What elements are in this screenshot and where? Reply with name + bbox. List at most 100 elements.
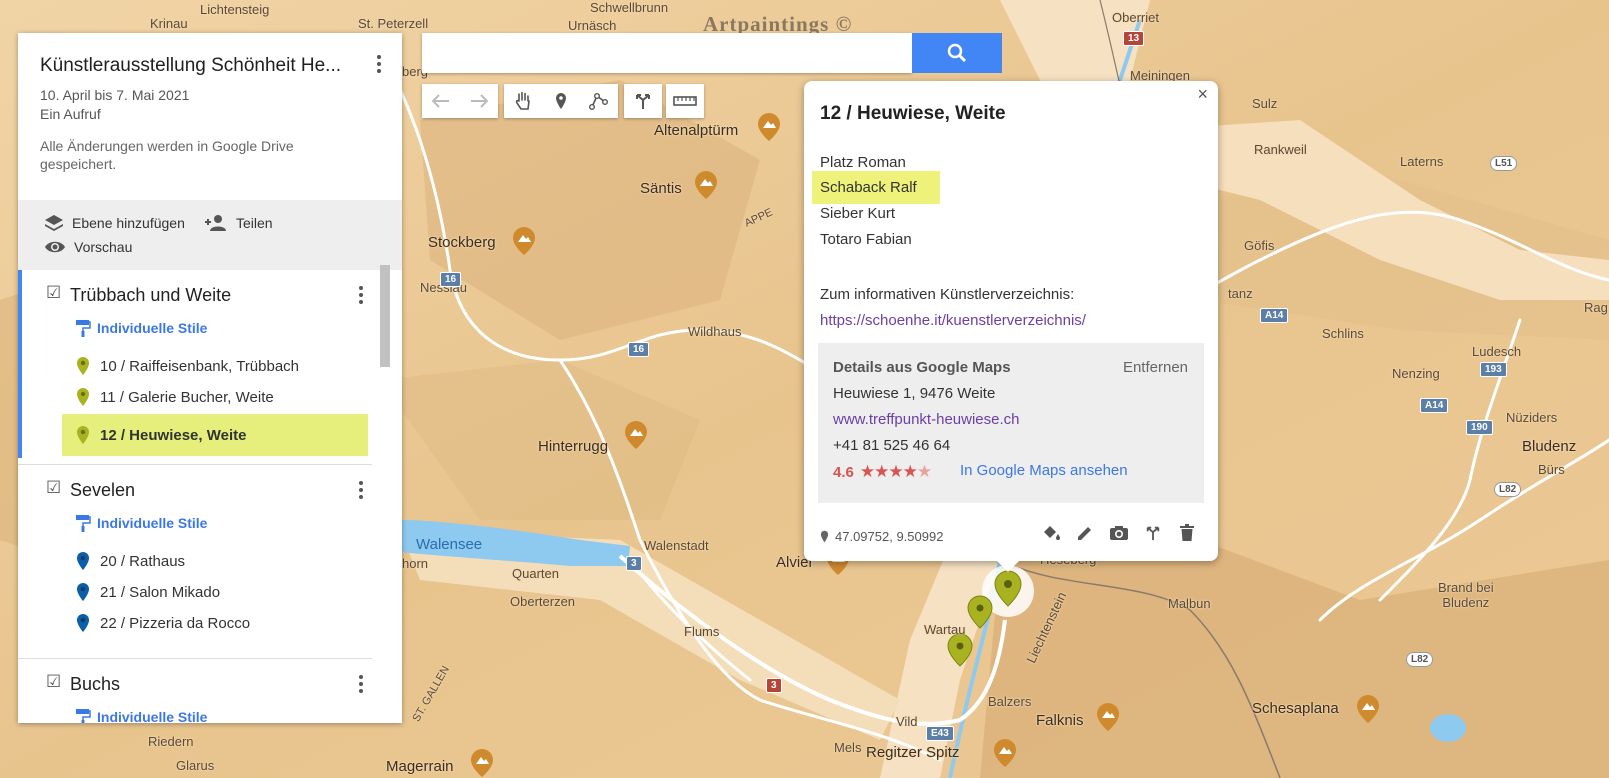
layer-style-button[interactable]: Individuelle Stile <box>75 319 207 337</box>
map-label: Oberriet <box>1112 10 1159 25</box>
rating-value: 4.6 <box>833 463 854 481</box>
style-button[interactable] <box>1040 522 1062 544</box>
search-input[interactable] <box>422 33 912 73</box>
directions-icon <box>636 94 650 109</box>
map-pin-icon <box>77 426 89 444</box>
list-item[interactable]: 21 / Salon Mikado <box>62 578 368 606</box>
layer-name[interactable]: Buchs <box>70 674 120 695</box>
layer-options-kebab-icon[interactable] <box>358 675 364 697</box>
directions-toolbar <box>624 84 662 118</box>
website-link[interactable]: www.treffpunkt-heuwiese.ch <box>833 411 1019 428</box>
layer-style-label: Individuelle Stile <box>97 709 208 723</box>
search-button[interactable] <box>912 33 1002 73</box>
camera-icon <box>1110 526 1128 540</box>
peak-icon[interactable] <box>470 748 494 778</box>
feature-info-window: × 12 / Heuwiese, Weite Platz Roman Schab… <box>804 81 1218 561</box>
layer-options-kebab-icon[interactable] <box>358 286 364 308</box>
directory-text: Zum informativen Künstlerverzeichnis: <box>820 286 1075 303</box>
map-label: horn <box>402 556 429 571</box>
measure-button[interactable] <box>666 84 704 118</box>
marker-icon <box>556 93 566 109</box>
panel-scrollbar[interactable] <box>380 265 390 367</box>
add-marker-button[interactable] <box>542 84 580 118</box>
map-label: Göfis <box>1244 238 1275 253</box>
layer-name[interactable]: Trübbach und Weite <box>70 285 231 306</box>
list-item[interactable]: 20 / Rathaus <box>62 547 368 575</box>
list-item-selected[interactable]: 12 / Heuwiese, Weite <box>62 414 368 456</box>
preview-button[interactable]: Vorschau <box>44 239 132 255</box>
peak-icon[interactable] <box>1356 694 1380 724</box>
directions-button[interactable] <box>1142 522 1164 544</box>
map-label: Brand bei Bludenz <box>1438 580 1494 610</box>
artist-name: Sieber Kurt <box>820 205 896 222</box>
layer-visibility-checkbox[interactable]: ☑ <box>46 284 62 301</box>
layer-options-kebab-icon[interactable] <box>358 481 364 503</box>
peak-icon[interactable] <box>993 738 1017 768</box>
edit-button[interactable] <box>1074 522 1096 544</box>
layer-visibility-checkbox[interactable]: ☑ <box>46 479 62 496</box>
draw-line-button[interactable] <box>580 84 618 118</box>
map-label: Säntis <box>640 180 682 197</box>
map-options-kebab-icon[interactable] <box>376 55 382 77</box>
map-label: Glarus <box>176 758 215 773</box>
select-hand-button[interactable] <box>504 84 542 118</box>
trash-icon <box>1180 524 1194 541</box>
delete-button[interactable] <box>1176 522 1198 544</box>
map-label: Riedern <box>148 734 194 749</box>
layer-style-button[interactable]: Individuelle Stile <box>75 514 207 532</box>
phone-text: +41 81 525 46 64 <box>833 437 951 454</box>
remove-details-button[interactable]: Entfernen <box>1123 359 1188 376</box>
map-label: Vild <box>896 714 918 729</box>
paint-roller-icon <box>76 320 91 337</box>
share-button[interactable]: Teilen <box>204 214 273 232</box>
add-photo-button[interactable] <box>1108 522 1130 544</box>
peak-icon[interactable] <box>757 112 781 142</box>
coordinates: 47.09752, 9.50992 <box>820 529 943 544</box>
redo-button[interactable] <box>460 84 498 118</box>
preview-label: Vorschau <box>74 239 133 255</box>
list-item[interactable]: 10 / Raiffeisenbank, Trübbach <box>62 352 368 380</box>
map-label: Altenalptürm <box>654 122 739 139</box>
layer-style-label: Individuelle Stile <box>97 320 208 336</box>
map-label: Quarten <box>512 566 559 581</box>
map-legend-panel: Künstlerausstellung Schönheit He... 10. … <box>18 33 402 723</box>
redo-icon <box>471 94 488 108</box>
map-label: Walenstadt <box>644 538 709 553</box>
map-label: Magerrain <box>386 758 454 775</box>
undo-button[interactable] <box>422 84 460 118</box>
list-item[interactable]: 11 / Galerie Bucher, Weite <box>62 383 368 411</box>
ruler-icon <box>673 96 697 106</box>
draw-line-icon <box>589 93 608 110</box>
road-shield: L82 <box>1494 482 1522 497</box>
list-item-label: 12 / Heuwiese, Weite <box>100 426 247 444</box>
peak-icon[interactable] <box>1096 702 1120 732</box>
road-shield: 3 <box>766 678 782 693</box>
map-label: Wildhaus <box>688 324 742 339</box>
map-label: Krinau <box>150 16 188 31</box>
map-label: Flums <box>684 624 720 639</box>
peak-icon[interactable] <box>512 226 536 256</box>
layer-style-button[interactable]: Individuelle Stile <box>75 708 207 723</box>
map-label: Nüziders <box>1506 410 1558 425</box>
map-pin-icon <box>77 388 89 406</box>
add-person-icon <box>205 215 226 231</box>
list-item-label: 10 / Raiffeisenbank, Trübbach <box>100 357 300 375</box>
layer-name[interactable]: Sevelen <box>70 480 135 501</box>
add-directions-button[interactable] <box>624 84 662 118</box>
map-label: Laterns <box>1400 154 1444 169</box>
map-pin-icon <box>77 357 89 375</box>
layer-visibility-checkbox[interactable]: ☑ <box>46 673 62 690</box>
map-label: Falknis <box>1036 712 1084 729</box>
open-in-google-maps-link[interactable]: In Google Maps ansehen <box>960 462 1128 479</box>
map-label: Wartau <box>924 622 966 637</box>
road-shield: 16 <box>628 342 650 357</box>
map-pin-icon <box>77 583 89 601</box>
close-icon[interactable]: × <box>1197 84 1208 105</box>
list-item[interactable]: 22 / Pizzeria da Rocco <box>62 609 368 637</box>
peak-icon[interactable] <box>624 420 648 450</box>
peak-icon[interactable] <box>694 170 718 200</box>
layers-icon <box>45 215 63 231</box>
add-layer-button[interactable]: Ebene hinzufügen <box>44 214 185 232</box>
page-title[interactable]: Künstlerausstellung Schönheit He... <box>40 55 352 77</box>
directory-link[interactable]: https://schoenhe.it/kuenstlerverzeichnis… <box>820 312 1086 329</box>
